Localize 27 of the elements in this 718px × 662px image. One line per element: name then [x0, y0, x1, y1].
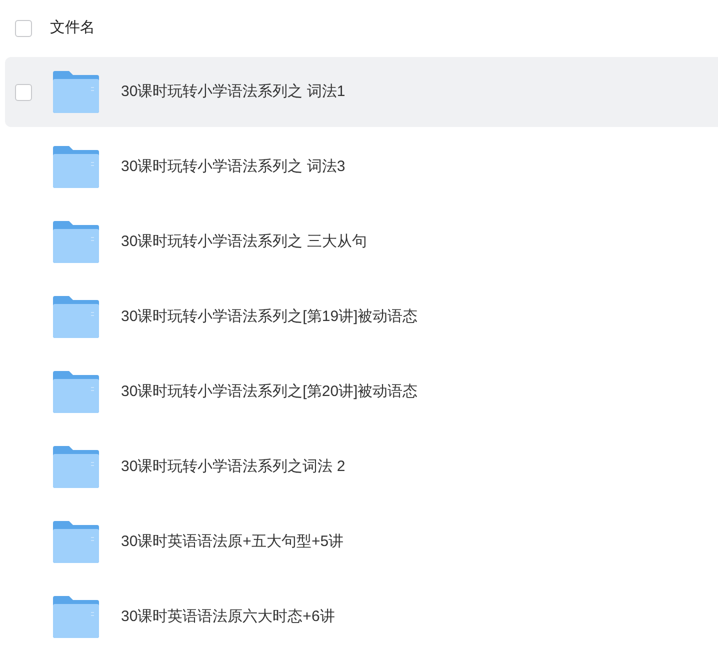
- file-row[interactable]: 30课时玩转小学语法系列之 三大从句: [5, 207, 718, 277]
- file-name: 30课时玩转小学语法系列之 三大从句: [121, 232, 367, 252]
- file-row[interactable]: 30课时玩转小学语法系列之词法 2: [5, 432, 718, 502]
- folder-icon: [53, 71, 99, 113]
- file-row[interactable]: 30课时英语语法原+五大句型+5讲: [5, 507, 718, 577]
- folder-icon: [53, 596, 99, 638]
- checkbox[interactable]: [15, 20, 32, 37]
- folder-icon: [53, 521, 99, 563]
- file-row[interactable]: 30课时英语语法原六大时态+6讲: [5, 582, 718, 652]
- file-name: 30课时英语语法原六大时态+6讲: [121, 606, 335, 627]
- file-name: 30课时玩转小学语法系列之词法 2: [121, 456, 346, 477]
- folder-icon: [53, 371, 99, 413]
- file-name: 30课时玩转小学语法系列之[第19讲]被动语态: [121, 306, 418, 327]
- file-row[interactable]: 30课时玩转小学语法系列之[第19讲]被动语态: [5, 282, 718, 352]
- file-name: 30课时玩转小学语法系列之[第20讲]被动语态: [121, 382, 418, 402]
- folder-icon: [53, 446, 99, 488]
- file-name: 30课时玩转小学语法系列之 词法3: [121, 156, 346, 177]
- file-row[interactable]: 30课时玩转小学语法系列之[第20讲]被动语态: [5, 357, 718, 427]
- file-row[interactable]: 30课时玩转小学语法系列之 词法3: [5, 132, 718, 202]
- folder-icon: [53, 296, 99, 338]
- checkbox[interactable]: [15, 84, 32, 100]
- column-header: 文件名: [50, 18, 95, 38]
- file-name: 30课时玩转小学语法系列之 词法1: [121, 82, 346, 102]
- folder-icon: [53, 221, 99, 263]
- file-name: 30课时英语语法原+五大句型+5讲: [121, 532, 344, 552]
- file-row[interactable]: 30课时玩转小学语法系列之 词法1: [5, 57, 718, 127]
- folder-icon: [53, 146, 99, 188]
